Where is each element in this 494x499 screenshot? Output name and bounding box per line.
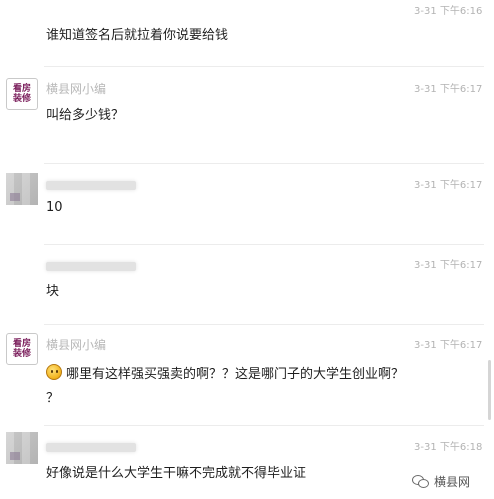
message-time: 3-31 下午6:17	[414, 180, 483, 191]
message-time: 3-31 下午6:17	[414, 340, 483, 351]
message-time: 3-31 下午6:16	[414, 6, 483, 17]
message-divider	[44, 66, 484, 67]
sender-name-blurred	[46, 443, 136, 452]
message-time: 3-31 下午6:17	[414, 260, 483, 271]
avatar-logo-text: 装修	[12, 94, 31, 104]
avatar[interactable]: 看房 装修	[6, 78, 38, 110]
message-text: 叫给多少钱？	[46, 108, 125, 123]
message-text: 好像说是什么大学生干嘛不完成就不得毕业证	[46, 466, 307, 481]
message-divider	[44, 244, 484, 245]
avatar-logo-text: 装修	[12, 349, 31, 359]
sender-name[interactable]: 横县网小编	[46, 336, 106, 353]
message-text: 哪里有这样强买强卖的啊？？这是哪门子的大学生创业啊？	[66, 367, 405, 382]
avatar[interactable]	[6, 173, 38, 205]
message-text: 块	[46, 284, 60, 299]
avatar[interactable]: 看房 装修	[6, 333, 38, 365]
wechat-icon	[412, 474, 430, 488]
watermark: 横县网	[412, 472, 470, 490]
message-text: 谁知道签名后就拉着你说要给钱	[46, 28, 229, 43]
sender-name-blurred	[46, 262, 136, 271]
message-text-continuation: ？	[46, 391, 60, 406]
avatar[interactable]	[6, 432, 38, 464]
scrollbar[interactable]	[488, 360, 491, 420]
sender-name[interactable]: 横县网小编	[46, 80, 106, 97]
message-divider	[44, 324, 484, 325]
avatar-logo-text: 看房	[12, 84, 31, 94]
message-divider	[44, 425, 484, 426]
watermark-text: 横县网	[434, 474, 471, 489]
emoji-icon	[46, 364, 62, 380]
message-time: 3-31 下午6:18	[414, 442, 483, 453]
avatar-logo-text: 看房	[12, 339, 31, 349]
sender-name-blurred	[46, 181, 136, 190]
message-text: 10	[46, 200, 63, 215]
message-time: 3-31 下午6:17	[414, 84, 483, 95]
message-divider	[44, 163, 484, 164]
